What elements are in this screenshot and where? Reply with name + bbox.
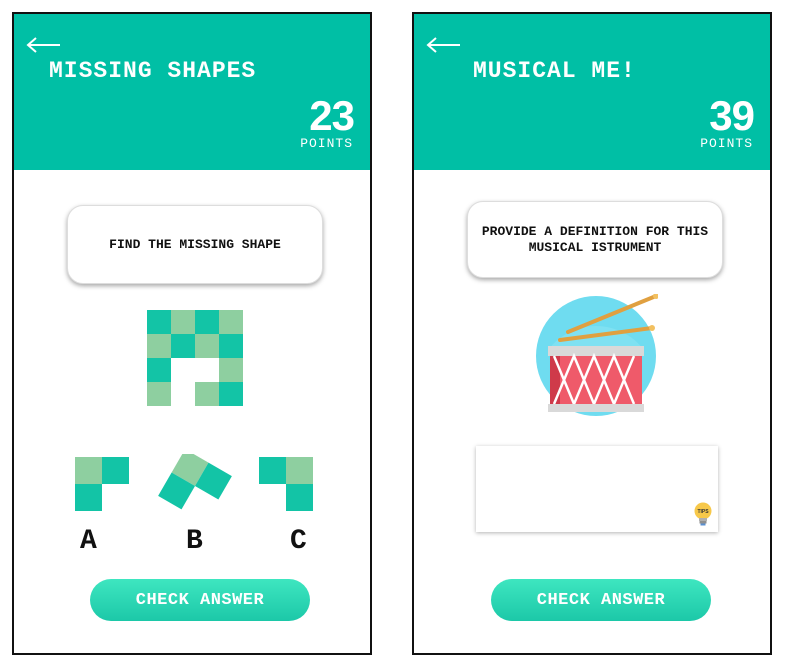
musical-me-screen: MUSICAL ME! 39 POINTS PROVIDE A DEFINITI… — [412, 12, 772, 655]
points-label: POINTS — [700, 136, 753, 151]
definition-answer-field[interactable] — [476, 446, 718, 532]
tips-label: TIPS — [697, 509, 709, 515]
option-b-label[interactable]: B — [186, 526, 203, 557]
option-a-shape[interactable] — [75, 457, 131, 513]
score-value: 23 — [309, 92, 355, 139]
prompt-text: FIND THE MISSING SHAPE — [109, 236, 281, 252]
score-value: 39 — [709, 92, 755, 139]
prompt-text: PROVIDE A DEFINITION FOR THIS MUSICAL IS… — [481, 223, 709, 255]
option-b-shape[interactable] — [157, 454, 233, 518]
option-c-shape[interactable] — [259, 457, 315, 513]
back-arrow-icon[interactable] — [426, 37, 462, 53]
page-title: MUSICAL ME! — [473, 58, 636, 84]
prompt-card: FIND THE MISSING SHAPE — [67, 205, 323, 284]
shape-puzzle — [147, 310, 243, 406]
header: MISSING SHAPES 23 POINTS — [14, 14, 370, 170]
points-label: POINTS — [300, 136, 353, 151]
option-a-label[interactable]: A — [80, 526, 97, 557]
prompt-card: PROVIDE A DEFINITION FOR THIS MUSICAL IS… — [467, 201, 723, 278]
lightbulb-tips-icon[interactable]: TIPS — [694, 502, 712, 528]
missing-shapes-screen: MISSING SHAPES 23 POINTS FIND THE MISSIN… — [12, 12, 372, 655]
check-answer-button[interactable]: CHECK ANSWER — [90, 579, 310, 621]
back-arrow-icon[interactable] — [26, 37, 62, 53]
header: MUSICAL ME! 39 POINTS — [414, 14, 770, 170]
page-title: MISSING SHAPES — [49, 58, 257, 84]
drum-icon — [536, 294, 658, 416]
check-answer-button[interactable]: CHECK ANSWER — [491, 579, 711, 621]
option-c-label[interactable]: C — [290, 526, 307, 557]
